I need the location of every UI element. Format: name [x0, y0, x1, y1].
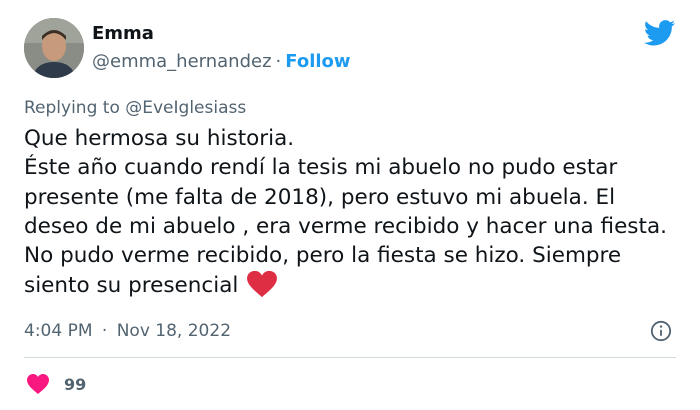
display-name[interactable]: Emma: [92, 22, 351, 46]
tweet-card: Emma @emma_hernandez · Follow Replying to …: [0, 0, 700, 410]
handle-row: @emma_hernandez · Follow: [92, 50, 351, 74]
tweet-body: Que hermosa su historia. Éste año cuando…: [24, 124, 684, 301]
timestamp[interactable]: 4:04 PM · Nov 18, 2022: [24, 320, 231, 342]
user-info: Emma @emma_hernandez · Follow: [92, 22, 351, 74]
twitter-bird-icon[interactable]: [644, 20, 676, 46]
reply-prefix: Replying to: [24, 98, 120, 118]
user-handle[interactable]: @emma_hernandez: [92, 51, 272, 72]
tweet-time: 4:04 PM: [24, 321, 93, 341]
tweet-date: Nov 18, 2022: [116, 321, 232, 341]
like-action[interactable]: 99: [26, 372, 86, 396]
avatar[interactable]: [24, 18, 84, 78]
tweet-line-1: Que hermosa su historia.: [24, 126, 295, 151]
tweet-line-2-text: Éste año cuando rendí la tesis mi abuelo…: [24, 155, 667, 299]
heart-icon[interactable]: [26, 373, 50, 395]
avatar-image: [24, 18, 84, 78]
reply-context: Replying to @EveIglesiass: [24, 97, 246, 119]
handle-separator: ·: [275, 51, 282, 72]
tweet-line-2: Éste año cuando rendí la tesis mi abuelo…: [24, 153, 684, 300]
follow-button[interactable]: Follow: [285, 51, 350, 72]
like-count: 99: [64, 374, 87, 394]
reply-handle[interactable]: @EveIglesiass: [125, 98, 246, 118]
divider: [24, 357, 676, 358]
meta-separator: ·: [101, 321, 108, 341]
info-icon[interactable]: [650, 320, 672, 342]
red-heart-emoji-icon: [247, 271, 278, 298]
